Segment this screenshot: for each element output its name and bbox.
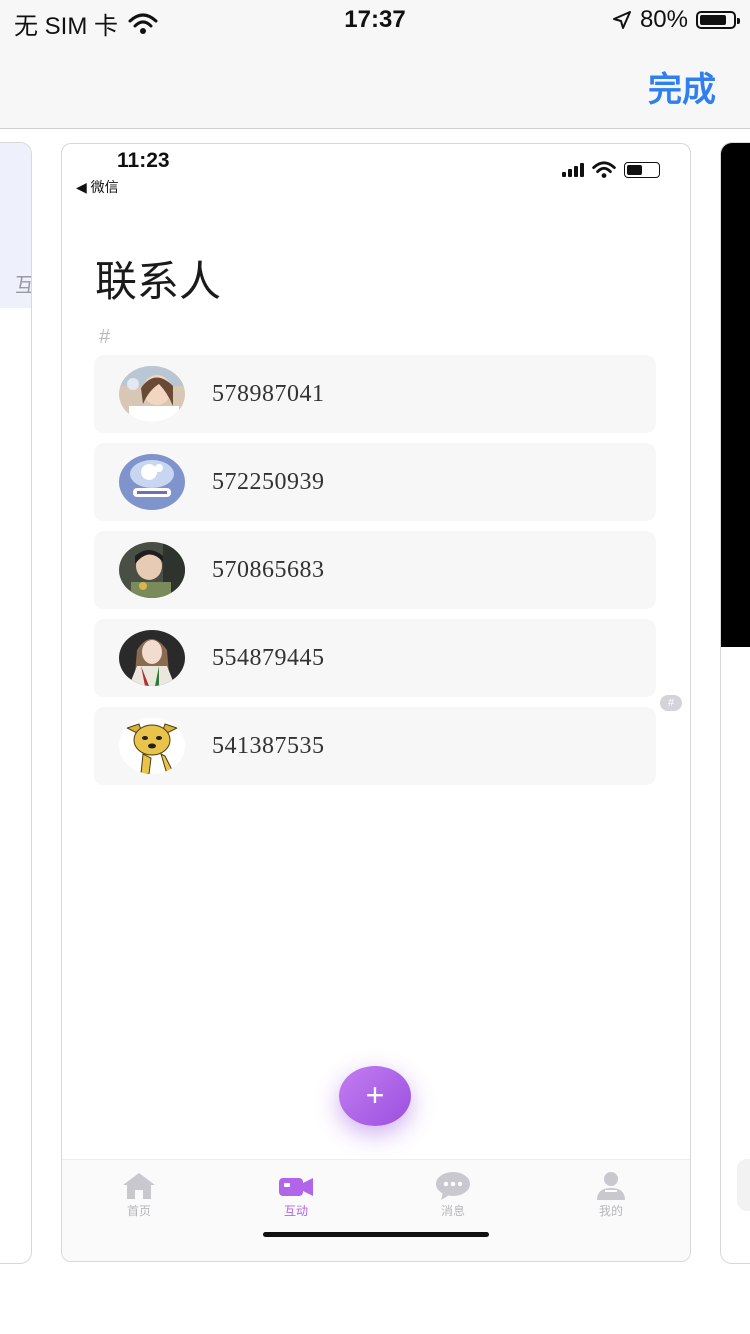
contact-row[interactable]: 554879445 [94,619,656,697]
back-to-wechat[interactable]: ◀ 微信 [76,177,119,197]
tab-bar: 首页 互动 消息 我的 [62,1159,690,1261]
tab-label: 首页 [126,1204,151,1218]
avatar-child-photo [119,542,185,598]
battery-icon [696,11,740,29]
app-card-left[interactable]: 互 [0,142,32,1264]
contact-id: 572250939 [212,469,325,495]
tab-label: 消息 [440,1204,465,1218]
video-camera-icon [279,1178,313,1196]
chat-bubble-icon [436,1172,470,1200]
contact-row[interactable]: 578987041 [94,355,656,433]
avatar-cartoon-sticker [119,454,185,510]
avatar-woman-scarf-photo [119,630,185,686]
avatar-woman-photo [119,366,185,422]
contact-list: 578987041 572250939 570865683 554879445 … [94,355,656,795]
signal-icon [562,163,584,177]
app-card-right[interactable] [720,142,750,1264]
battery-status: 80% [612,6,740,34]
home-indicator[interactable] [263,1232,489,1237]
inner-status-time: 11:23 [117,149,170,172]
section-header: # [99,326,111,348]
contact-id: 554879445 [212,645,325,671]
tab-label: 我的 [598,1204,623,1218]
inner-status-icons [562,161,660,179]
user-icon [597,1172,625,1200]
location-arrow-icon [612,11,631,29]
avatar-cartoon-dog [119,718,185,774]
tab-interact[interactable]: 互动 [246,1170,346,1219]
battery-icon [624,162,660,178]
home-icon [123,1173,155,1199]
add-contact-button[interactable]: + [339,1066,411,1126]
outer-top-bar: 无 SIM 卡 17:37 80% 完成 [0,0,750,129]
tab-messages[interactable]: 消息 [403,1170,503,1219]
index-bar-letter[interactable]: # [660,695,682,711]
battery-percent: 80% [639,6,688,33]
wifi-icon [592,161,616,178]
contact-id: 578987041 [212,381,325,407]
contact-row[interactable]: 541387535 [94,707,656,785]
tab-label: 互动 [283,1204,308,1218]
tab-profile[interactable]: 我的 [561,1170,661,1219]
contact-id: 570865683 [212,557,325,583]
app-card-main[interactable]: 11:23 ◀ 微信 联系人 # 578987041 572250939 570… [61,143,691,1262]
page-title: 联系人 [95,258,222,305]
app-card-right-content [721,143,750,647]
contact-row[interactable]: 570865683 [94,531,656,609]
done-button[interactable]: 完成 [648,62,716,111]
contact-id: 541387535 [212,733,325,759]
tab-home[interactable]: 首页 [89,1170,189,1219]
app-card-left-text: 互 [15,269,31,298]
app-card-right-button [737,1159,750,1211]
contact-row[interactable]: 572250939 [94,443,656,521]
